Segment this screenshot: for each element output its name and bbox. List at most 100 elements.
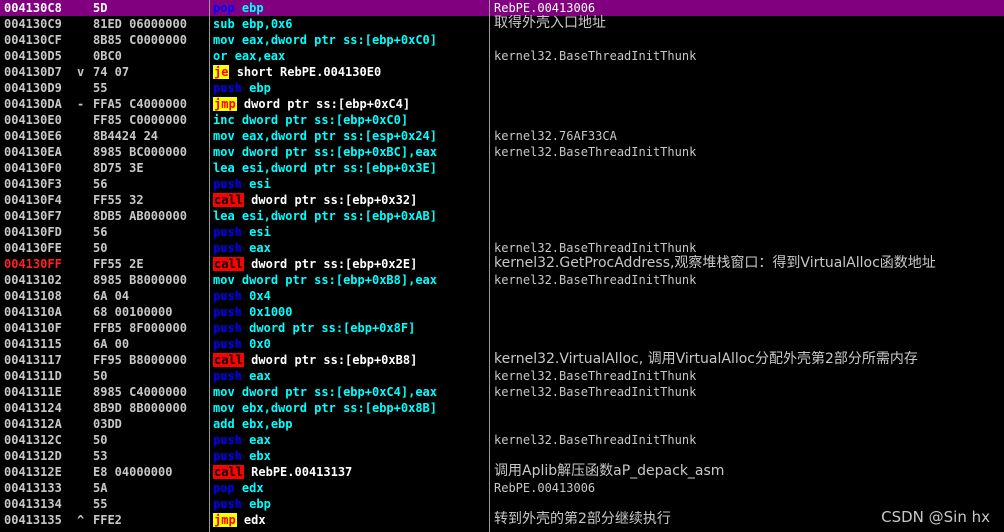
operands: dword ptr ss:[ebp+0xC4],eax [241, 385, 437, 399]
mnemonic: call [213, 465, 244, 479]
hex-bytes: FF85 C0000000 [93, 113, 187, 127]
operands: eax [249, 433, 271, 447]
code-row[interactable]: 0041312D 53 push ebx [0, 448, 1004, 464]
code-row[interactable]: 00413134 55 push ebp [0, 496, 1004, 512]
hex-bytes: 50 [93, 433, 108, 447]
mnemonic: push [213, 225, 242, 239]
code-row[interactable]: 0041311D 50 push eax kernel32.BaseThreadIni… [0, 368, 1004, 384]
comment [494, 304, 1004, 320]
jump-marker [77, 256, 87, 272]
mnemonic: push [213, 337, 242, 351]
code-row[interactable]: 004130FE 50 push eax kernel32.BaseThreadIni… [0, 240, 1004, 256]
comment [494, 192, 1004, 208]
code-row[interactable]: 0041310F FFB5 8F000000 push dword ptr ss:[… [0, 320, 1004, 336]
comment: kernel32.VirtualAlloc, 调用VirtualAlloc分配外… [494, 351, 918, 367]
hex-bytes: 74 07 [93, 65, 130, 79]
mnemonic: mov [213, 273, 235, 287]
instruction: push eax [213, 368, 487, 384]
mnemonic: lea [213, 209, 235, 223]
comment: kernel32.BaseThreadInitThunk [494, 369, 697, 383]
mnemonic: je [213, 65, 230, 79]
code-row[interactable]: 004130CF 8B85 C0000000 mov eax,dword ptr s… [0, 32, 1004, 48]
jump-marker [77, 304, 87, 320]
code-row[interactable]: 004130D5 0BC0 or eax,eax kernel32.BaseThrea… [0, 48, 1004, 64]
code-row[interactable]: 004130F3 56 push esi [0, 176, 1004, 192]
code-row[interactable]: 004130F7 8DB5 AB000000 lea esi,dword ptr s… [0, 208, 1004, 224]
jump-marker [77, 48, 87, 64]
instruction: push 0x0 [213, 336, 487, 352]
mnemonic: sub [213, 17, 235, 31]
code-row[interactable]: 00413102 8985 B8000000 mov dword ptr ss:[e… [0, 272, 1004, 288]
code-row[interactable]: 004130D9 55 push ebp [0, 80, 1004, 96]
jump-marker [77, 192, 87, 208]
code-row[interactable]: 0041312C 50 push eax kernel32.BaseThreadIni… [0, 432, 1004, 448]
operands: ebx,ebp [241, 417, 293, 431]
mnemonic: push [213, 305, 242, 319]
jump-marker [77, 384, 87, 400]
comment [494, 80, 1004, 96]
comment: 调用Aplib解压函数aP_depack_asm [494, 463, 725, 479]
instruction: sub ebp,0x6 [213, 16, 487, 32]
comment [494, 288, 1004, 304]
mnemonic: mov [213, 385, 235, 399]
comment [494, 112, 1004, 128]
code-row[interactable]: 004130FF FF55 2E call dword ptr ss:[ebp+0x… [0, 255, 1004, 272]
operands: ebp [249, 81, 271, 95]
code-row[interactable]: 004130F4 FF55 32 call dword ptr ss:[ebp+0x… [0, 192, 1004, 208]
code-row[interactable]: 00413124 8B9D 8B000000 mov ebx,dword ptr s… [0, 400, 1004, 416]
code-row[interactable]: 0041310A 68 00100000 push 0x1000 [0, 304, 1004, 320]
code-row[interactable]: 0041312A 03DD add ebx,ebp [0, 416, 1004, 432]
instruction: call dword ptr ss:[ebp+0x2E] [213, 256, 487, 272]
code-row[interactable]: 004130E0 FF85 C0000000 inc dword ptr ss:[e… [0, 112, 1004, 128]
hex-bytes: 8985 B8000000 [93, 273, 187, 287]
jump-marker [77, 128, 87, 144]
mnemonic: or [213, 49, 228, 63]
comment [494, 160, 1004, 176]
mnemonic: push [213, 321, 242, 335]
mnemonic: push [213, 497, 242, 511]
code-row[interactable]: 00413108 6A 04 push 0x4 [0, 288, 1004, 304]
code-row[interactable]: 00413135 ^ FFE2 jmp edx 转到外壳的第2部分继续执行 [0, 511, 1004, 528]
code-row[interactable]: 00413115 6A 00 push 0x0 [0, 336, 1004, 352]
column-divider-asm[interactable] [209, 0, 210, 532]
operands: 0x0 [249, 337, 271, 351]
code-row[interactable]: 004130F0 8D75 3E lea esi,dword ptr ss:[ebp… [0, 160, 1004, 176]
code-row[interactable]: 004130C9 81ED 06000000 sub ebp,0x6 取得外壳入口地址 [0, 15, 1004, 32]
operands: esi [249, 177, 271, 191]
operands: dword ptr ss:[ebp+0xB8],eax [241, 273, 437, 287]
jump-marker [77, 416, 87, 432]
comment: kernel32.BaseThreadInitThunk [494, 273, 697, 287]
jump-marker [77, 320, 87, 336]
comment [494, 224, 1004, 240]
operands: esi [249, 225, 271, 239]
hex-bytes: 5A [93, 481, 108, 495]
code-row[interactable]: 004130DA - FFA5 C4000000 jmp dword ptr ss:[… [0, 96, 1004, 112]
instruction: mov dword ptr ss:[ebp+0xBC],eax [213, 144, 487, 160]
operands: eax,dword ptr ss:[ebp+0xC0] [241, 33, 437, 47]
jump-marker [77, 224, 87, 240]
comment: kernel32.BaseThreadInitThunk [494, 385, 697, 399]
code-row[interactable]: 004130E6 8B4424 24 mov eax,dword ptr ss:[e… [0, 128, 1004, 144]
operands: ebp [249, 497, 271, 511]
instruction: mov dword ptr ss:[ebp+0xB8],eax [213, 272, 487, 288]
operands: ebp,0x6 [241, 17, 293, 31]
code-row[interactable]: 004130FD 56 push esi [0, 224, 1004, 240]
instruction: mov ebx,dword ptr ss:[ebp+0x8B] [213, 400, 487, 416]
code-row[interactable]: 0041311E 8985 C4000000 mov dword ptr ss:[e… [0, 384, 1004, 400]
mnemonic: push [213, 177, 242, 191]
mnemonic: push [213, 369, 242, 383]
instruction: mov eax,dword ptr ss:[esp+0x24] [213, 128, 487, 144]
disassembly-pane[interactable]: 004130C8 5D pop ebp RebPE.00413006 004130C9 8… [0, 0, 1004, 532]
mnemonic: push [213, 433, 242, 447]
instruction: inc dword ptr ss:[ebp+0xC0] [213, 112, 487, 128]
code-row[interactable]: 00413117 FF95 B8000000 call dword ptr ss:[… [0, 351, 1004, 368]
code-row[interactable]: 00413133 5A pop edx RebPE.00413006 [0, 480, 1004, 496]
code-row[interactable]: 004130C8 5D pop ebp RebPE.00413006 [0, 0, 1004, 16]
code-row[interactable]: 004130D7 v 74 07 je short RebPE.004130E0 [0, 64, 1004, 80]
code-row[interactable]: 0041312E E8 04000000 call RebPE.00413137 调用… [0, 463, 1004, 480]
code-row[interactable]: 004130EA 8985 BC000000 mov dword ptr ss:[e… [0, 144, 1004, 160]
instruction: call dword ptr ss:[ebp+0x32] [213, 192, 487, 208]
column-divider-comment[interactable] [489, 0, 490, 532]
hex-bytes: E8 04000000 [93, 465, 173, 479]
hex-bytes: 8DB5 AB000000 [93, 209, 187, 223]
